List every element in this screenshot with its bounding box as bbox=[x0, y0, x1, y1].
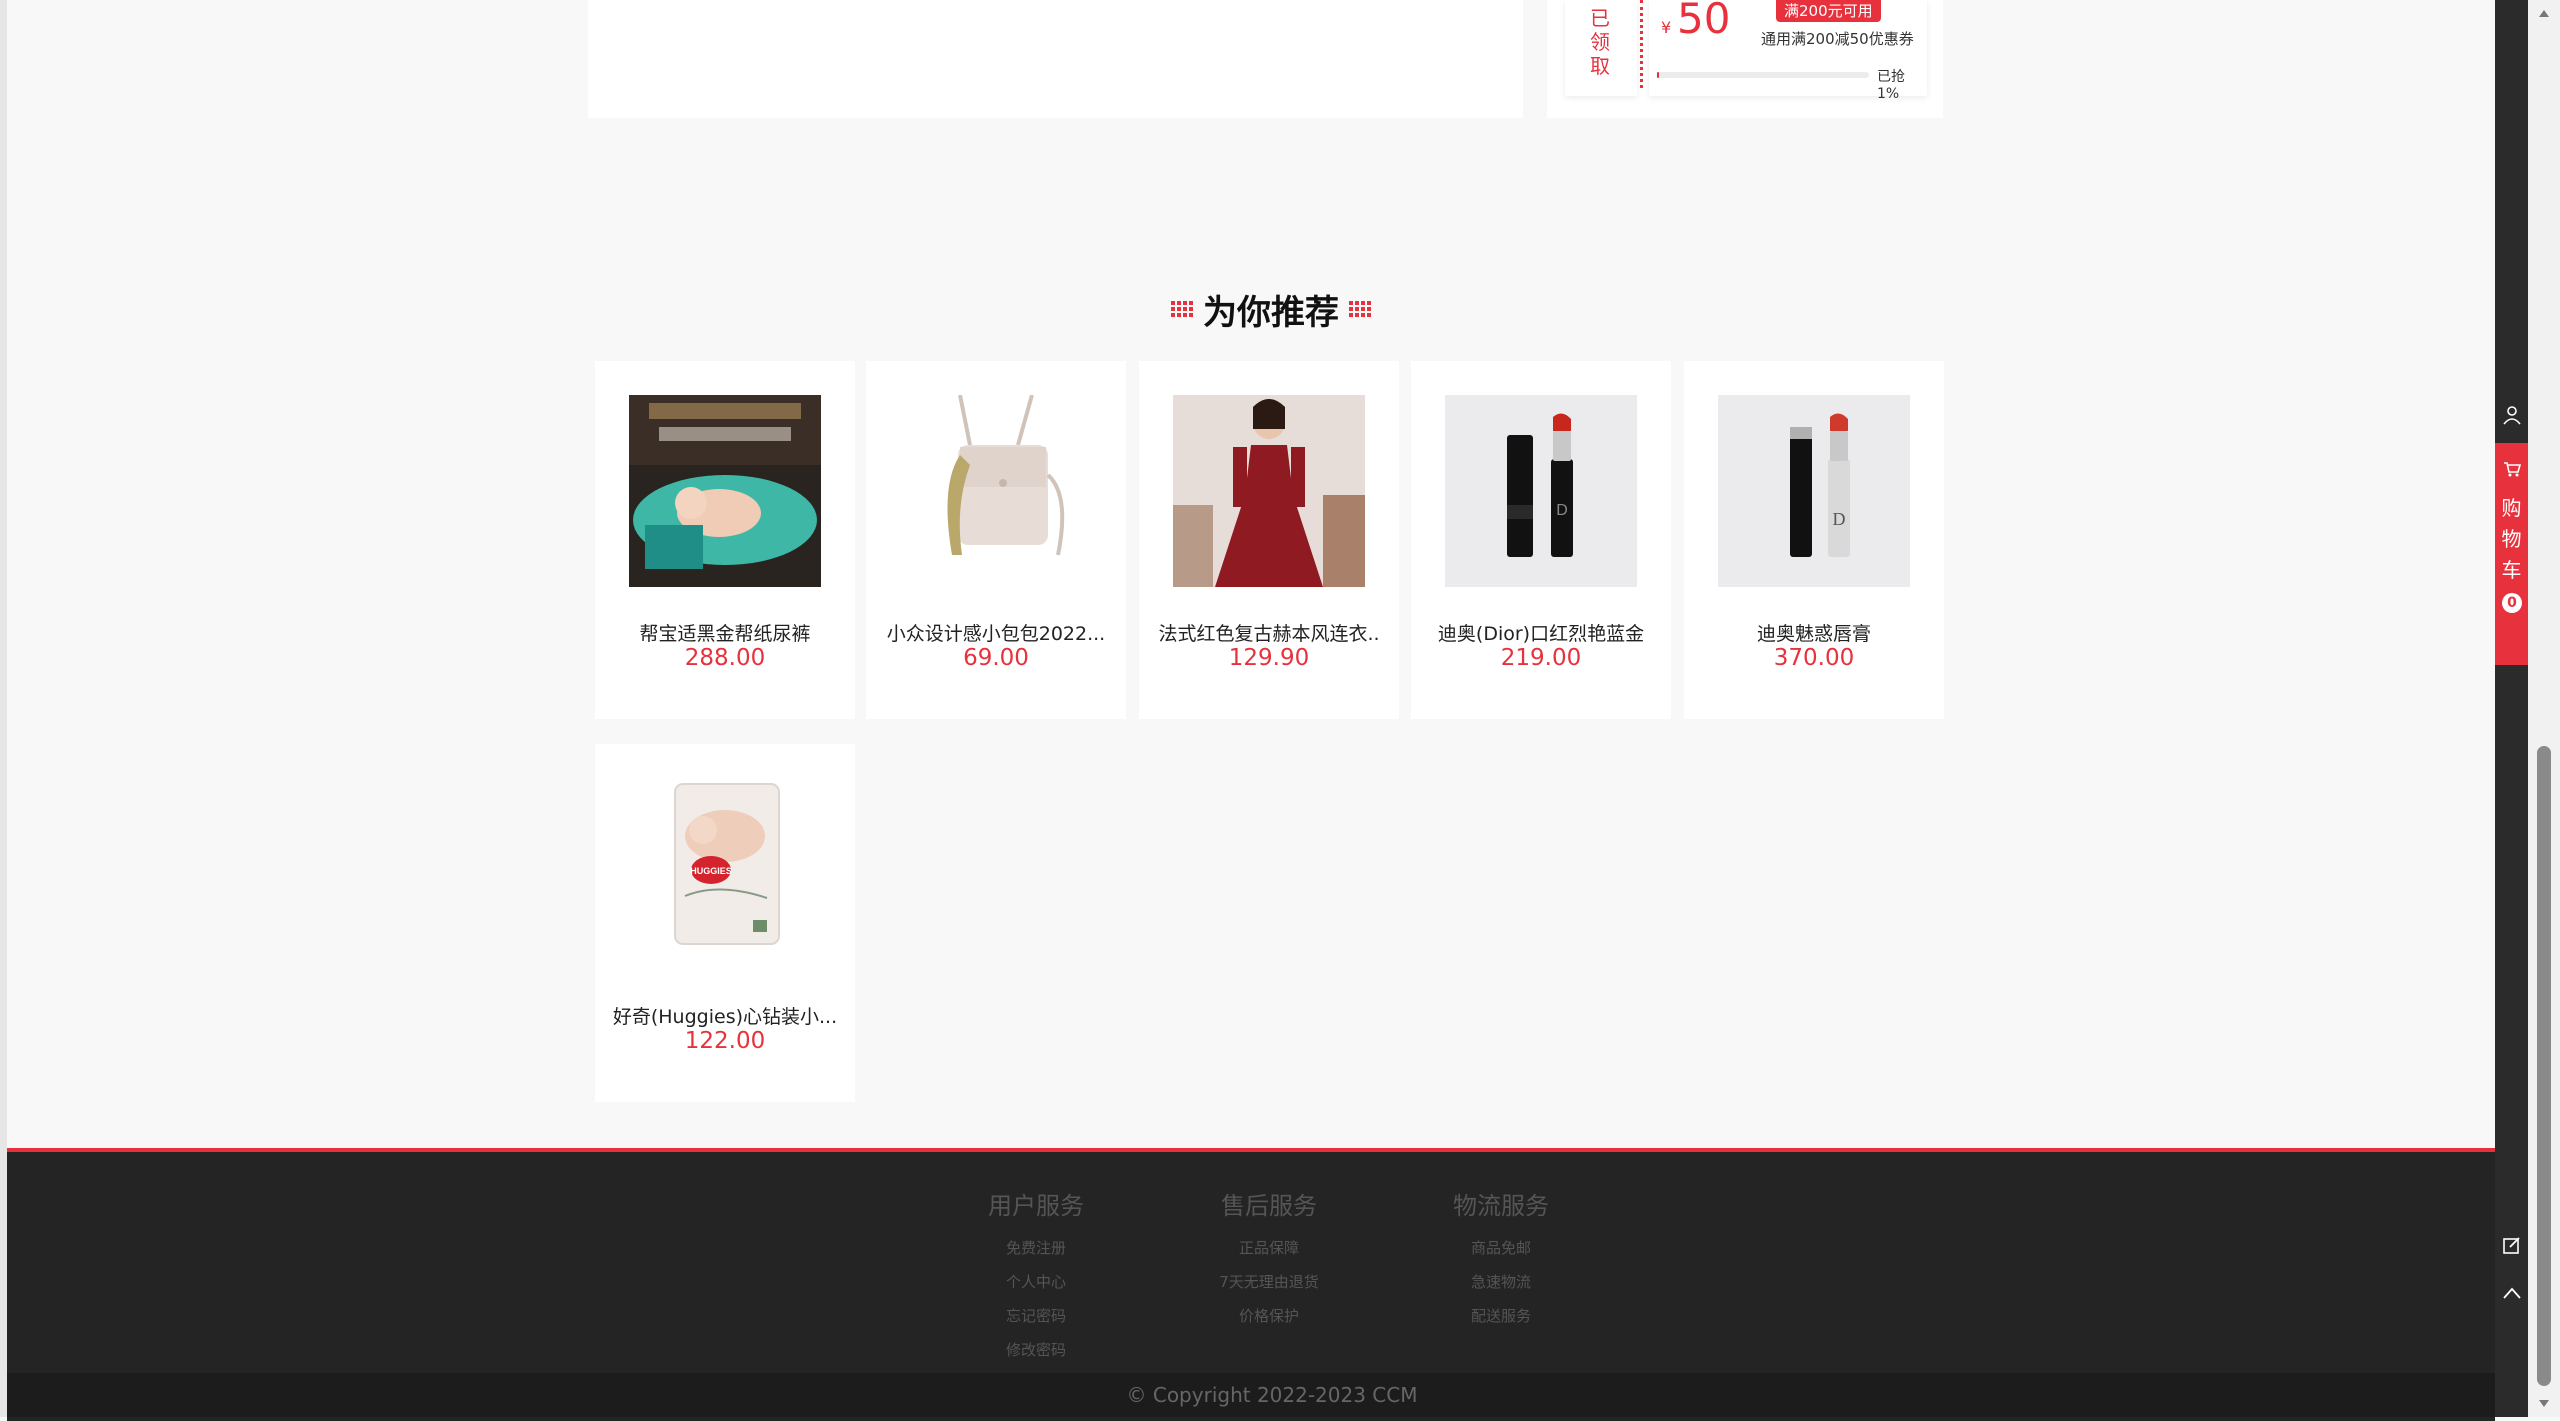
product-name[interactable]: 帮宝适黑金帮纸尿裤 bbox=[595, 619, 855, 646]
pampers-diaper-image[interactable] bbox=[629, 395, 821, 587]
red-dress-image[interactable] bbox=[1173, 395, 1365, 587]
product-card[interactable]: 法式红色复古赫本风连衣.. 129.90 bbox=[1139, 361, 1399, 719]
svg-text:HUGGIES: HUGGIES bbox=[690, 866, 732, 876]
product-price: 69.00 bbox=[963, 645, 1029, 671]
footer-column-user-service: 用户服务 免费注册 个人中心 忘记密码 修改密码 bbox=[961, 1186, 1111, 1367]
product-price: 122.00 bbox=[684, 1028, 766, 1054]
content-panel bbox=[588, 0, 1523, 118]
coupon-divider bbox=[1640, 0, 1643, 88]
coupon-card[interactable]: 已领取 ¥ 50 满200元可用 通用满200减50优惠券 已抢1% bbox=[1565, 0, 1927, 102]
cart-label: 购物车 bbox=[2501, 496, 2522, 582]
footer-column-title: 物流服务 bbox=[1453, 1192, 1549, 1220]
decor-dots-icon bbox=[1349, 301, 1371, 317]
product-card[interactable]: D 迪奥魅惑唇膏 370.00 bbox=[1684, 361, 1944, 719]
left-edge bbox=[0, 0, 7, 1417]
product-price: 129.90 bbox=[1228, 645, 1310, 671]
coupon-progress-bar bbox=[1657, 72, 1869, 78]
recommend-title: 为你推荐 bbox=[1203, 292, 1339, 333]
scroll-down-arrow-icon[interactable] bbox=[2528, 1391, 2560, 1417]
product-name[interactable]: 迪奥魅惑唇膏 bbox=[1684, 619, 1944, 646]
footer-link[interactable]: 忘记密码 bbox=[961, 1299, 1111, 1333]
product-card[interactable]: HUGGIES 好奇(Huggies)心钻装小... 122.00 bbox=[595, 744, 855, 1102]
coupon-amount: 50 bbox=[1677, 0, 1731, 43]
product-card[interactable]: D 迪奥(Dior)口红烈艳蓝金 219.00 bbox=[1411, 361, 1671, 719]
product-card[interactable]: 帮宝适黑金帮纸尿裤 288.00 bbox=[595, 361, 855, 719]
footer-link[interactable]: 7天无理由退货 bbox=[1194, 1265, 1344, 1299]
product-price: 219.00 bbox=[1500, 645, 1582, 671]
footer-link[interactable]: 急速物流 bbox=[1426, 1265, 1576, 1299]
product-name[interactable]: 迪奥(Dior)口红烈艳蓝金 bbox=[1411, 619, 1671, 646]
huggies-diaper-image[interactable]: HUGGIES bbox=[629, 778, 821, 970]
footer-link[interactable]: 修改密码 bbox=[961, 1333, 1111, 1367]
cart-icon bbox=[2504, 462, 2521, 477]
copyright-bar: © Copyright 2022-2023 CCM bbox=[7, 1373, 2495, 1417]
product-name[interactable]: 好奇(Huggies)心钻装小... bbox=[595, 1002, 855, 1029]
cart-button[interactable]: 购物车 0 bbox=[2495, 443, 2528, 665]
coupon-status-area: 已领取 bbox=[1565, 0, 1637, 96]
edit-icon[interactable] bbox=[2495, 1228, 2528, 1262]
footer-column-logistics: 物流服务 商品免邮 急速物流 配送服务 bbox=[1426, 1186, 1576, 1333]
product-price: 288.00 bbox=[684, 645, 766, 671]
coupon-claimed-text: 已抢1% bbox=[1877, 69, 1905, 102]
footer-link[interactable]: 个人中心 bbox=[961, 1265, 1111, 1299]
dior-lipstick-image[interactable]: D bbox=[1445, 395, 1637, 587]
scroll-up-arrow-icon[interactable] bbox=[2528, 0, 2560, 26]
footer-link[interactable]: 正品保障 bbox=[1194, 1231, 1344, 1265]
product-price: 370.00 bbox=[1773, 645, 1855, 671]
coupon-currency: ¥ bbox=[1661, 18, 1672, 37]
scrollbar-thumb[interactable] bbox=[2537, 746, 2551, 1386]
user-icon[interactable] bbox=[2495, 398, 2528, 432]
svg-text:D: D bbox=[1833, 509, 1846, 529]
dior-lip-glow-image[interactable]: D bbox=[1718, 395, 1910, 587]
footer-column-title: 售后服务 bbox=[1221, 1192, 1317, 1220]
recommend-header: 为你推荐 bbox=[1162, 284, 1380, 334]
coupon-info: ¥ 50 满200元可用 通用满200减50优惠券 已抢1% bbox=[1649, 0, 1927, 102]
back-to-top-icon[interactable] bbox=[2495, 1276, 2528, 1310]
footer-link[interactable]: 免费注册 bbox=[961, 1231, 1111, 1265]
handbag-image[interactable] bbox=[900, 395, 1092, 587]
coupon-status: 已领取 bbox=[1590, 6, 1610, 78]
coupon-condition-badge: 满200元可用 bbox=[1776, 0, 1881, 22]
cart-count-badge: 0 bbox=[2502, 593, 2522, 613]
product-name[interactable]: 小众设计感小包包2022... bbox=[866, 619, 1126, 646]
product-card[interactable]: 小众设计感小包包2022... 69.00 bbox=[866, 361, 1126, 719]
footer-column-after-sales: 售后服务 正品保障 7天无理由退货 价格保护 bbox=[1194, 1186, 1344, 1333]
page-scrollbar[interactable] bbox=[2528, 0, 2560, 1417]
coupon-description: 通用满200减50优惠券 bbox=[1761, 30, 1914, 48]
footer-link[interactable]: 商品免邮 bbox=[1426, 1231, 1576, 1265]
footer-link[interactable]: 价格保护 bbox=[1194, 1299, 1344, 1333]
product-name[interactable]: 法式红色复古赫本风连衣.. bbox=[1139, 619, 1399, 646]
copyright-text: © Copyright 2022-2023 CCM bbox=[1126, 1383, 1418, 1407]
decor-dots-icon bbox=[1171, 301, 1193, 317]
right-toolbar: 购物车 0 bbox=[2495, 0, 2528, 1417]
coupon-progress-fill bbox=[1657, 72, 1660, 78]
footer-link[interactable]: 配送服务 bbox=[1426, 1299, 1576, 1333]
svg-text:D: D bbox=[1556, 502, 1568, 519]
footer-column-title: 用户服务 bbox=[988, 1192, 1084, 1220]
